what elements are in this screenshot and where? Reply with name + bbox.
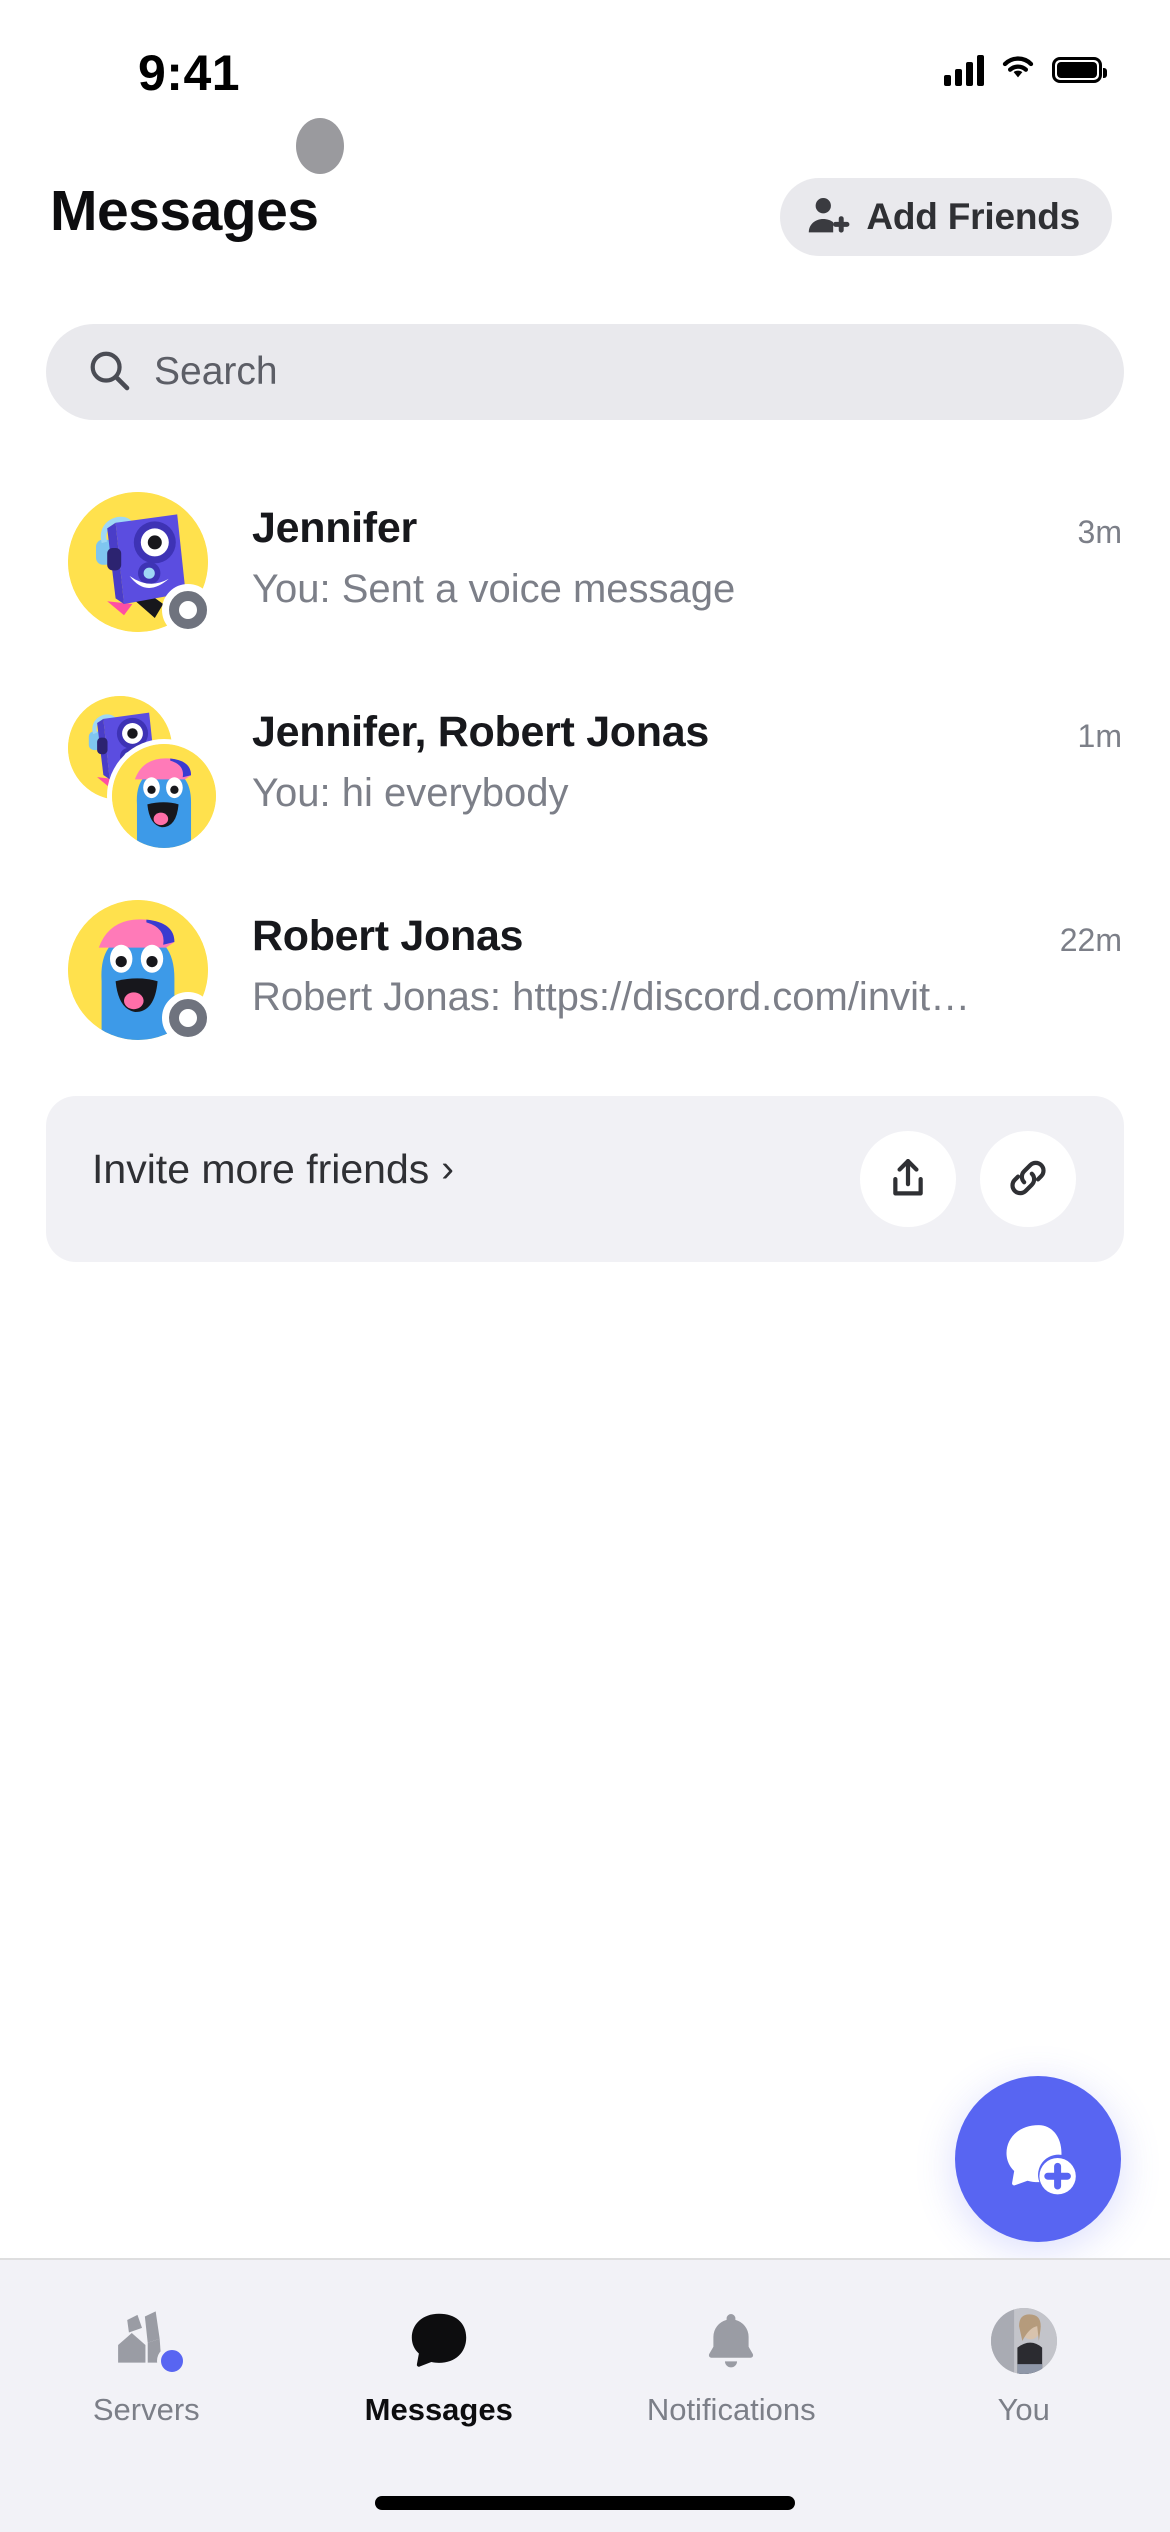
invite-label-group: Invite more friends › [92, 1146, 454, 1193]
invite-more-friends-card[interactable]: Invite more friends › [46, 1096, 1124, 1262]
tab-label: You [997, 2392, 1050, 2427]
avatar [68, 900, 214, 1044]
new-message-fab[interactable] [955, 2076, 1121, 2242]
wifi-icon [998, 52, 1038, 87]
conversation-name: Jennifer, Robert Jonas [252, 708, 709, 756]
search-placeholder: Search [154, 350, 278, 393]
conversation-list: Jennifer You: Sent a voice message 3m Je… [0, 462, 1170, 1074]
status-bar: 9:41 [0, 0, 1170, 128]
conversation-timestamp: 3m [1077, 514, 1122, 550]
messages-icon [404, 2304, 474, 2378]
add-friends-label: Add Friends [866, 196, 1080, 237]
status-badge-offline [162, 584, 214, 636]
bell-icon [698, 2304, 764, 2378]
conversation-row-group[interactable]: Jennifer, Robert Jonas You: hi everybody… [0, 666, 1170, 870]
conversation-name: Robert Jonas [252, 912, 524, 960]
tab-list: Servers Messages Notifications You [0, 2260, 1170, 2472]
signal-bars-icon [944, 54, 984, 86]
invite-actions [860, 1131, 1076, 1227]
conversation-row-robert-jonas[interactable]: Robert Jonas Robert Jonas: https://disco… [0, 870, 1170, 1074]
status-badge-offline [162, 992, 214, 1044]
page-title: Messages [50, 179, 319, 243]
status-bar-indicators [944, 52, 1107, 87]
avatar [68, 492, 214, 636]
share-button[interactable] [860, 1131, 956, 1227]
link-icon [1005, 1155, 1051, 1204]
tab-messages[interactable]: Messages [293, 2260, 586, 2472]
blue-cap-avatar-icon [112, 744, 216, 848]
servers-icon [109, 2304, 188, 2378]
conversation-preview: You: Sent a voice message [252, 567, 736, 611]
conversation-preview: Robert Jonas: https://discord.com/invite… [252, 975, 980, 1019]
user-avatar-icon [990, 2304, 1057, 2378]
page-header: Messages Add Friends [0, 170, 1170, 280]
add-friends-button[interactable]: Add Friends [780, 178, 1112, 256]
share-icon [885, 1155, 931, 1204]
avatar [68, 696, 216, 848]
chevron-right-icon: › [441, 1148, 454, 1190]
home-indicator[interactable] [375, 2496, 795, 2510]
conversation-preview: You: hi everybody [252, 771, 569, 815]
conversation-timestamp: 1m [1077, 718, 1122, 754]
phone-screen: 9:41 Messages Add Friends Search Jennife… [0, 0, 1170, 2532]
tab-label: Messages [364, 2392, 513, 2427]
person-plus-icon [806, 195, 852, 240]
conversation-text: Jennifer You: Sent a voice message [252, 504, 980, 612]
invite-label: Invite more friends [92, 1146, 430, 1192]
conversation-row-jennifer[interactable]: Jennifer You: Sent a voice message 3m [0, 462, 1170, 666]
tab-you[interactable]: You [878, 2260, 1170, 2472]
conversation-name: Jennifer [252, 504, 417, 552]
tab-notifications[interactable]: Notifications [585, 2260, 878, 2472]
copy-link-button[interactable] [980, 1131, 1076, 1227]
conversation-text: Jennifer, Robert Jonas You: hi everybody [252, 708, 980, 816]
conversation-timestamp: 22m [1059, 922, 1122, 958]
search-input[interactable]: Search [46, 324, 1124, 420]
bottom-tab-bar: Servers Messages Notifications You [0, 2258, 1170, 2532]
battery-full-icon [1052, 56, 1107, 83]
conversation-text: Robert Jonas Robert Jonas: https://disco… [252, 912, 980, 1020]
new-message-icon [996, 2116, 1080, 2203]
search-icon [86, 347, 132, 398]
avatar [990, 2308, 1057, 2374]
status-bar-time: 9:41 [138, 45, 241, 101]
tab-label: Servers [92, 2392, 200, 2427]
camera-indicator [296, 118, 344, 174]
tab-label: Notifications [646, 2392, 816, 2427]
tab-servers[interactable]: Servers [0, 2260, 293, 2472]
